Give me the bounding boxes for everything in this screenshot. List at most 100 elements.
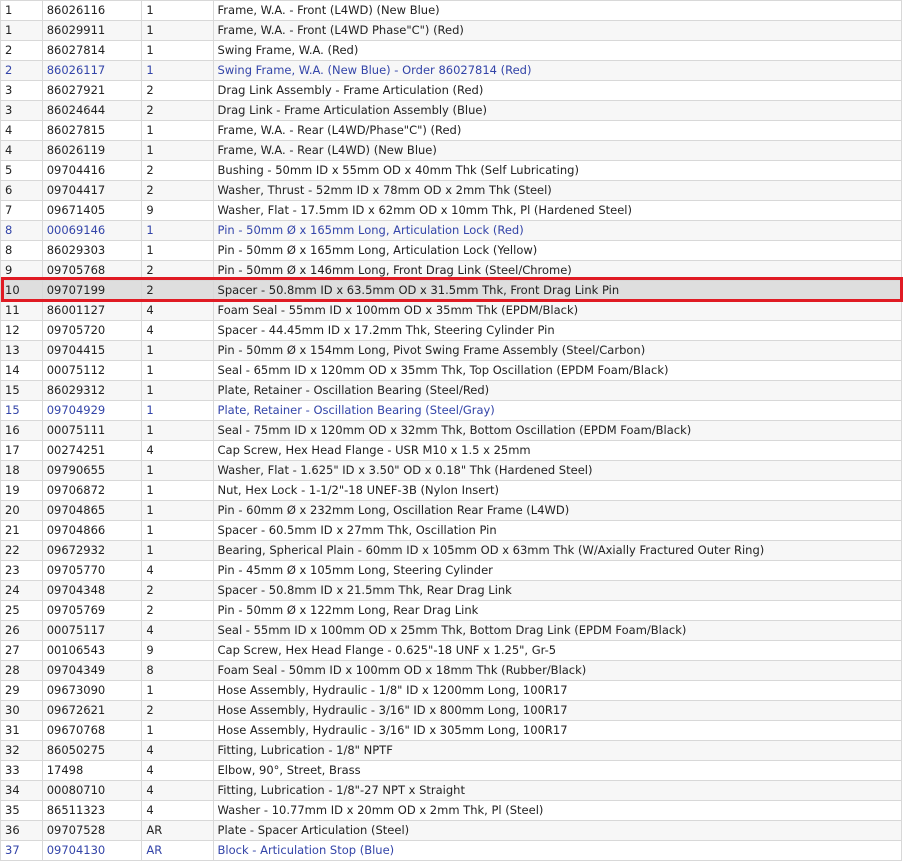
table-row[interactable]: 18 09790655 1 Washer, Flat - 1.625" ID x 3.… — [0, 460, 903, 481]
quantity-cell: 1 — [141, 520, 214, 541]
quantity-cell: 9 — [141, 200, 214, 221]
quantity-cell: 2 — [141, 160, 214, 181]
description-cell: Bearing, Spherical Plain - 60mm ID x 105… — [212, 540, 903, 561]
description-cell: Drag Link - Frame Articulation Assembly … — [212, 100, 903, 121]
part-number-cell: 86027814 — [41, 40, 143, 61]
table-row[interactable]: 19 09706872 1 Nut, Hex Lock - 1-1/2"-18 UNE… — [0, 480, 903, 501]
table-row[interactable]: 8 86029303 1 Pin - 50mm Ø x 165mm Long, Art… — [0, 240, 903, 261]
part-number-cell: 09705720 — [41, 320, 143, 341]
parts-list-body: 1 86026116 1 Frame, W.A. - Front (L4WD) (Ne… — [0, 0, 903, 861]
quantity-cell: 1 — [141, 20, 214, 41]
table-row[interactable]: 2 86026117 1 Swing Frame, W.A. (New Blue) -… — [0, 60, 903, 81]
table-row[interactable]: 15 86029312 1 Plate, Retainer - Oscillation… — [0, 380, 903, 401]
description-cell: Frame, W.A. - Rear (L4WD) (New Blue) — [212, 140, 903, 161]
table-row[interactable]: 31 09670768 1 Hose Assembly, Hydraulic - 3/… — [0, 720, 903, 741]
quantity-cell: 4 — [141, 760, 214, 781]
table-row[interactable]: 27 00106543 9 Cap Screw, Hex Head Flange - … — [0, 640, 903, 661]
description-cell: Frame, W.A. - Front (L4WD) (New Blue) — [212, 0, 903, 21]
quantity-cell: 4 — [141, 740, 214, 761]
table-row[interactable]: 22 09672932 1 Bearing, Spherical Plain - 60… — [0, 540, 903, 561]
ref-number-cell: 27 — [0, 640, 43, 661]
table-row[interactable]: 4 86026119 1 Frame, W.A. - Rear (L4WD) (New… — [0, 140, 903, 161]
description-cell: Hose Assembly, Hydraulic - 3/16" ID x 80… — [212, 700, 903, 721]
table-row[interactable]: 16 00075111 1 Seal - 75mm ID x 120mm OD x 3… — [0, 420, 903, 441]
description-cell: Pin - 50mm Ø x 122mm Long, Rear Drag Lin… — [212, 600, 903, 621]
ref-number-cell: 34 — [0, 780, 43, 801]
part-number-cell: 09671405 — [41, 200, 143, 221]
part-number-cell: 00069146 — [41, 220, 143, 241]
description-cell: Swing Frame, W.A. (Red) — [212, 40, 903, 61]
table-row[interactable]: 37 09704130 AR Block - Articulation Stop (B… — [0, 840, 903, 861]
table-row[interactable]: 2 86027814 1 Swing Frame, W.A. (Red) — [0, 40, 903, 61]
ref-number-cell: 10 — [0, 280, 43, 301]
part-number-cell: 86026117 — [41, 60, 143, 81]
quantity-cell: 1 — [141, 480, 214, 501]
table-row[interactable]: 12 09705720 4 Spacer - 44.45mm ID x 17.2mm … — [0, 320, 903, 341]
table-row[interactable]: 23 09705770 4 Pin - 45mm Ø x 105mm Long, St… — [0, 560, 903, 581]
table-row[interactable]: 6 09704417 2 Washer, Thrust - 52mm ID x 78m… — [0, 180, 903, 201]
table-row[interactable]: 24 09704348 2 Spacer - 50.8mm ID x 21.5mm T… — [0, 580, 903, 601]
description-cell: Swing Frame, W.A. (New Blue) - Order 860… — [212, 60, 903, 81]
table-row[interactable]: 33 17498 4 Elbow, 90°, Street, Brass — [0, 760, 903, 781]
description-cell: Fitting, Lubrication - 1/8"-27 NPT x Str… — [212, 780, 903, 801]
description-cell: Elbow, 90°, Street, Brass — [212, 760, 903, 781]
quantity-cell: 4 — [141, 300, 214, 321]
table-row[interactable]: 9 09705768 2 Pin - 50mm Ø x 146mm Long, Fro… — [0, 260, 903, 281]
part-number-cell: 09707528 — [41, 820, 143, 841]
quantity-cell: 1 — [141, 240, 214, 261]
quantity-cell: 4 — [141, 620, 214, 641]
ref-number-cell: 36 — [0, 820, 43, 841]
description-cell: Nut, Hex Lock - 1-1/2"-18 UNEF-3B (Nylon… — [212, 480, 903, 501]
table-row[interactable]: 29 09673090 1 Hose Assembly, Hydraulic - 1/… — [0, 680, 903, 701]
table-row[interactable]: 30 09672621 2 Hose Assembly, Hydraulic - 3/… — [0, 700, 903, 721]
description-cell: Seal - 65mm ID x 120mm OD x 35mm Thk, To… — [212, 360, 903, 381]
quantity-cell: 1 — [141, 220, 214, 241]
quantity-cell: 1 — [141, 340, 214, 361]
ref-number-cell: 23 — [0, 560, 43, 581]
table-row[interactable]: 21 09704866 1 Spacer - 60.5mm ID x 27mm Thk… — [0, 520, 903, 541]
ref-number-cell: 25 — [0, 600, 43, 621]
table-row[interactable]: 36 09707528 AR Plate - Spacer Articulation … — [0, 820, 903, 841]
table-row[interactable]: 35 86511323 4 Washer - 10.77mm ID x 20mm OD… — [0, 800, 903, 821]
ref-number-cell: 8 — [0, 220, 43, 241]
table-row[interactable]: 8 00069146 1 Pin - 50mm Ø x 165mm Long, Art… — [0, 220, 903, 241]
table-row[interactable]: 25 09705769 2 Pin - 50mm Ø x 122mm Long, Re… — [0, 600, 903, 621]
ref-number-cell: 26 — [0, 620, 43, 641]
table-row[interactable]: 1 86026116 1 Frame, W.A. - Front (L4WD) (Ne… — [0, 0, 903, 21]
part-number-cell: 09704415 — [41, 340, 143, 361]
ref-number-cell: 19 — [0, 480, 43, 501]
part-number-cell: 86511323 — [41, 800, 143, 821]
description-cell: Pin - 50mm Ø x 165mm Long, Articulation … — [212, 240, 903, 261]
ref-number-cell: 8 — [0, 240, 43, 261]
table-row[interactable]: 17 00274251 4 Cap Screw, Hex Head Flange - … — [0, 440, 903, 461]
table-row[interactable]: 4 86027815 1 Frame, W.A. - Rear (L4WD/Phase… — [0, 120, 903, 141]
description-cell: Fitting, Lubrication - 1/8" NPTF — [212, 740, 903, 761]
table-row[interactable]: 5 09704416 2 Bushing - 50mm ID x 55mm OD x … — [0, 160, 903, 181]
quantity-cell: 4 — [141, 780, 214, 801]
table-row[interactable]: 34 00080710 4 Fitting, Lubrication - 1/8"-2… — [0, 780, 903, 801]
table-row[interactable]: 1 86029911 1 Frame, W.A. - Front (L4WD Phas… — [0, 20, 903, 41]
table-row[interactable]: 7 09671405 9 Washer, Flat - 17.5mm ID x 62m… — [0, 200, 903, 221]
table-row[interactable]: 13 09704415 1 Pin - 50mm Ø x 154mm Long, Pi… — [0, 340, 903, 361]
description-cell: Hose Assembly, Hydraulic - 1/8" ID x 120… — [212, 680, 903, 701]
description-cell: Pin - 50mm Ø x 146mm Long, Front Drag Li… — [212, 260, 903, 281]
quantity-cell: 4 — [141, 320, 214, 341]
description-cell: Plate, Retainer - Oscillation Bearing (S… — [212, 380, 903, 401]
part-number-cell: 86024644 — [41, 100, 143, 121]
ref-number-cell: 35 — [0, 800, 43, 821]
table-row[interactable]: 26 00075117 4 Seal - 55mm ID x 100mm OD x 2… — [0, 620, 903, 641]
table-row[interactable]: 20 09704865 1 Pin - 60mm Ø x 232mm Long, Os… — [0, 500, 903, 521]
ref-number-cell: 22 — [0, 540, 43, 561]
table-row[interactable]: 28 09704349 8 Foam Seal - 50mm ID x 100mm O… — [0, 660, 903, 681]
table-row[interactable]: 15 09704929 1 Plate, Retainer - Oscillation… — [0, 400, 903, 421]
table-row[interactable]: 14 00075112 1 Seal - 65mm ID x 120mm OD x 3… — [0, 360, 903, 381]
table-row[interactable]: 11 86001127 4 Foam Seal - 55mm ID x 100mm O… — [0, 300, 903, 321]
description-cell: Spacer - 50.8mm ID x 21.5mm Thk, Rear Dr… — [212, 580, 903, 601]
description-cell: Seal - 75mm ID x 120mm OD x 32mm Thk, Bo… — [212, 420, 903, 441]
table-row[interactable]: 3 86027921 2 Drag Link Assembly - Frame Art… — [0, 80, 903, 101]
table-row[interactable]: 10 09707199 2 Spacer - 50.8mm ID x 63.5mm O… — [0, 280, 903, 301]
table-row[interactable]: 3 86024644 2 Drag Link - Frame Articulation… — [0, 100, 903, 121]
description-cell: Washer, Flat - 17.5mm ID x 62mm OD x 10m… — [212, 200, 903, 221]
description-cell: Pin - 50mm Ø x 165mm Long, Articulation … — [212, 220, 903, 241]
table-row[interactable]: 32 86050275 4 Fitting, Lubrication - 1/8" N… — [0, 740, 903, 761]
